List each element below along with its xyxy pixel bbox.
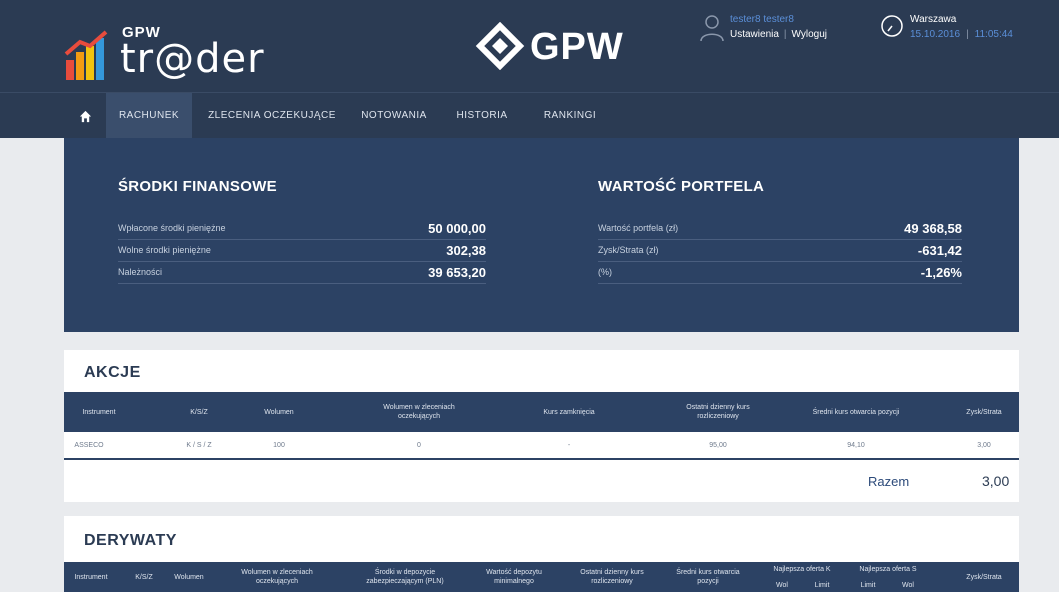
finance-label: Należności — [118, 267, 163, 277]
finance-value: -1,26% — [920, 265, 962, 280]
finance-row: (%) -1,26% — [598, 262, 962, 284]
column-header[interactable]: Wolumen — [244, 392, 314, 432]
derywaty-section: DERYWATY Instrument K/S/Z Wolumen Wolume… — [64, 516, 1019, 592]
finance-value: 49 368,58 — [904, 221, 962, 236]
user-links: Ustawienia | Wyloguj — [730, 29, 827, 40]
settings-link[interactable]: Ustawienia — [730, 29, 779, 40]
column-header[interactable]: Ostatni dzienny kurs rozliczeniowy — [572, 562, 652, 592]
column-header[interactable]: K/S/Z — [174, 392, 224, 432]
cell-settlement-price: 95,00 — [709, 442, 727, 449]
gpw-trader-logo[interactable]: GPW tr@der — [64, 22, 264, 82]
column-header[interactable]: Wartość depozytu minimalnego — [474, 562, 554, 592]
cell-instrument[interactable]: ASSECO — [64, 432, 114, 460]
column-header[interactable]: Wolumen w zleceniach oczekujących — [232, 562, 322, 592]
nav-tab-zlecenia[interactable]: ZLECENIA OCZEKUJĄCE — [198, 93, 346, 139]
finance-row: Należności 39 653,20 — [118, 262, 486, 284]
finance-row: Wartość portfela (zł) 49 368,58 — [598, 218, 962, 240]
bar-chart-logo-icon — [64, 30, 108, 80]
nav-tab-rankingi[interactable]: RANKINGI — [530, 93, 610, 139]
logout-link[interactable]: Wyloguj — [792, 29, 827, 40]
finance-label: Zysk/Strata (zł) — [598, 245, 659, 255]
sub-column-header[interactable]: Wol — [888, 578, 928, 592]
clock-time: 11:05:44 — [974, 29, 1013, 40]
user-icon — [700, 15, 724, 42]
table-row[interactable]: ASSECO K / S / Z 100 0 - 95,00 94,10 3,0… — [64, 432, 1019, 460]
finance-label: Wolne środki pieniężne — [118, 245, 211, 255]
column-header[interactable]: Średni kurs otwarcia pozycji — [806, 392, 906, 432]
finance-value: 50 000,00 — [428, 221, 486, 236]
column-header[interactable]: Zysk/Strata — [949, 562, 1019, 592]
akcje-total-value: 3,00 — [982, 473, 1010, 489]
column-header[interactable]: Wolumen — [164, 562, 214, 592]
column-header[interactable]: Instrument — [64, 392, 134, 432]
logo-trader-text: tr@der — [120, 36, 265, 82]
user-panel: tester8 tester8 Ustawienia | Wyloguj — [700, 12, 870, 48]
sub-column-header[interactable]: Wol — [762, 578, 802, 592]
cell-avg-open-price: 94,10 — [847, 442, 865, 449]
akcje-title: AKCJE — [84, 364, 141, 381]
gpw-center-logo: GPW — [472, 22, 662, 70]
cell-pending-volume: 0 — [417, 442, 421, 449]
cell-volume: 100 — [273, 442, 285, 449]
akcje-total-label: Razem — [868, 474, 910, 489]
column-header[interactable]: Średni kurs otwarcia pozycji — [668, 562, 748, 592]
column-header[interactable]: Środki w depozycie zabezpieczającym (PLN… — [350, 562, 460, 592]
home-icon — [79, 110, 91, 122]
column-header[interactable]: Ostatni dzienny kurs rozliczeniowy — [668, 392, 768, 432]
finance-value: -631,42 — [917, 243, 962, 258]
cell-close-price: - — [567, 442, 571, 449]
finance-label: (%) — [598, 267, 612, 277]
column-header[interactable]: Kurs zamknięcia — [524, 392, 614, 432]
derywaty-table-header: Instrument K/S/Z Wolumen Wolumen w zlece… — [64, 562, 1019, 592]
clock-separator: | — [966, 29, 969, 40]
akcje-table-header: Instrument K/S/Z Wolumen Wolumen w zlece… — [64, 392, 1019, 432]
column-header[interactable]: Najlepsza oferta K — [762, 562, 842, 576]
clock-datetime: 15.10.2016 | 11:05:44 — [910, 29, 1013, 40]
nav-tab-historia[interactable]: HISTORIA — [442, 93, 522, 139]
finance-value: 302,38 — [446, 243, 486, 258]
finance-left-title: ŚRODKI FINANSOWE — [118, 178, 277, 195]
finance-label: Wpłacone środki pieniężne — [118, 223, 226, 233]
akcje-section: AKCJE Instrument K/S/Z Wolumen Wolumen w… — [64, 350, 1019, 502]
finance-row: Zysk/Strata (zł) -631,42 — [598, 240, 962, 262]
nav-tab-rachunek[interactable]: RACHUNEK — [106, 93, 192, 139]
link-separator: | — [783, 29, 787, 40]
derywaty-title: DERYWATY — [84, 532, 177, 549]
clock-city: Warszawa — [910, 14, 957, 25]
column-header[interactable]: Najlepsza oferta S — [848, 562, 928, 576]
username[interactable]: tester8 tester8 — [730, 14, 794, 25]
finance-value: 39 653,20 — [428, 265, 486, 280]
cell-ksz[interactable]: K / S / Z — [174, 432, 224, 460]
gpw-emblem-icon — [475, 22, 525, 70]
sub-column-header[interactable]: Limit — [802, 578, 842, 592]
top-header: GPW tr@der GPW tester8 tester8 Ustawieni… — [0, 0, 1059, 92]
cell-profit-loss: 3,00 — [977, 442, 991, 449]
home-button[interactable] — [64, 93, 106, 139]
sub-column-header[interactable]: Limit — [848, 578, 888, 592]
clock-date: 15.10.2016 — [910, 29, 961, 40]
nav-tab-notowania[interactable]: NOTOWANIA — [348, 93, 440, 139]
clock-panel: Warszawa 15.10.2016 | 11:05:44 — [880, 12, 1050, 48]
finance-label: Wartość portfela (zł) — [598, 223, 679, 233]
gpw-center-text: GPW — [530, 26, 624, 68]
column-header[interactable]: Instrument — [64, 562, 118, 592]
finance-row: Wolne środki pieniężne 302,38 — [118, 240, 486, 262]
finance-row: Wpłacone środki pieniężne 50 000,00 — [118, 218, 486, 240]
column-header[interactable]: K/S/Z — [124, 562, 164, 592]
column-header[interactable]: Wolumen w zleceniach oczekujących — [364, 392, 474, 432]
finance-summary: ŚRODKI FINANSOWE Wpłacone środki pienięż… — [64, 138, 1019, 332]
clock-icon — [881, 15, 903, 37]
finance-right-title: WARTOŚĆ PORTFELA — [598, 178, 765, 195]
main-nav: RACHUNEK ZLECENIA OCZEKUJĄCE NOTOWANIA H… — [0, 92, 1059, 139]
column-header[interactable]: Zysk/Strata — [949, 392, 1019, 432]
